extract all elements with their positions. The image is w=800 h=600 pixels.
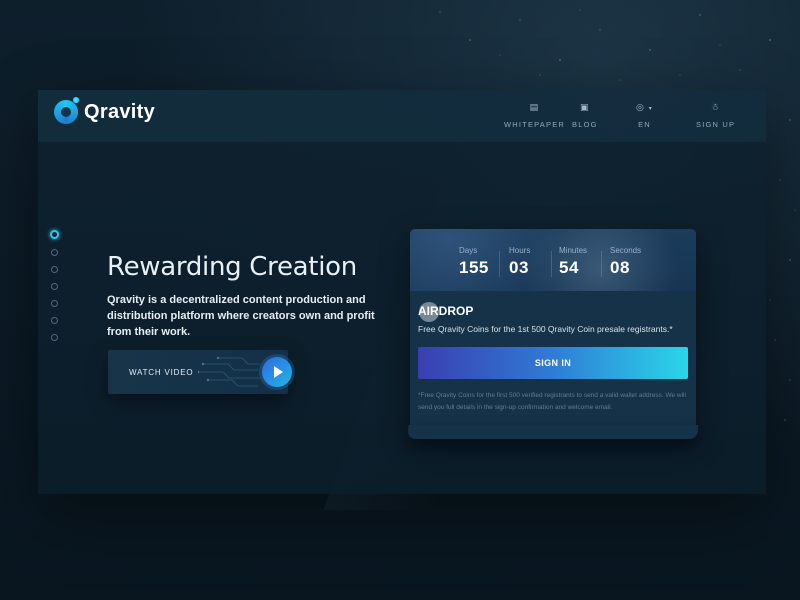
pager-dot[interactable] (51, 317, 58, 324)
countdown-seconds: Seconds 08 (610, 246, 641, 278)
seconds-value: 08 (610, 258, 630, 277)
pager-dot[interactable] (51, 334, 58, 341)
days-label: Days (459, 246, 478, 255)
nav-item-whitepaper[interactable]: ▤ WHITEPAPER (504, 102, 565, 129)
minutes-value: 54 (559, 258, 579, 277)
pager-dot[interactable] (51, 300, 58, 307)
logo-mark-icon (54, 97, 79, 124)
nav-item-signup[interactable]: ☃ SIGN UP (696, 102, 735, 129)
airdrop-description: Free Qravity Coins for the 1st 500 Qravi… (418, 324, 673, 334)
nav-label-whitepaper: WHITEPAPER (504, 120, 566, 129)
newspaper-icon: ▣ (579, 102, 590, 112)
days-value: 155 (459, 258, 489, 277)
hero-title: Rewarding Creation (107, 252, 357, 282)
airdrop-footnote: *Free Qravity Coins for the first 500 ve… (418, 392, 686, 411)
pager-dot[interactable] (51, 266, 58, 273)
divider (551, 251, 552, 277)
airdrop-card: Days 155 Hours 03 Minutes 54 Seconds 08 … (410, 229, 696, 431)
globe-icon: ◎ ▾ (636, 102, 653, 112)
document-icon: ▤ (529, 102, 540, 112)
hours-value: 03 (509, 258, 529, 277)
countdown-panel (410, 229, 696, 291)
pager-dot-active[interactable] (50, 230, 59, 239)
minutes-label: Minutes (559, 246, 588, 255)
watch-video-label: WATCH VIDEO (129, 367, 194, 377)
airdrop-title: AIRDROP (418, 304, 474, 318)
hours-label: Hours (509, 246, 531, 255)
brand-name: Qravity (84, 100, 156, 123)
nav-label-language: EN (638, 120, 651, 129)
divider (601, 251, 602, 277)
divider (499, 251, 500, 277)
pager-dot[interactable] (51, 249, 58, 256)
seconds-label: Seconds (610, 246, 642, 255)
user-add-icon: ☃ (710, 102, 721, 112)
countdown-days: Days 155 (459, 246, 489, 278)
countdown-hours: Hours 03 (509, 246, 530, 278)
chevron-down-icon: ▾ (648, 106, 653, 112)
brand-logo[interactable]: Qravity (54, 97, 156, 124)
hero-description: Qravity is a decentralized content produ… (107, 294, 375, 338)
nav-label-blog: BLOG (572, 120, 598, 129)
nav-item-language[interactable]: ◎ ▾ EN (636, 102, 653, 129)
card-base-shadow (407, 425, 699, 439)
countdown-minutes: Minutes 54 (559, 246, 587, 278)
sign-in-button[interactable]: SIGN IN (418, 347, 688, 379)
pager-dot[interactable] (51, 283, 58, 290)
nav-item-blog[interactable]: ▣ BLOG (572, 102, 598, 129)
play-icon[interactable] (262, 357, 292, 387)
watch-video-button[interactable]: WATCH VIDEO (108, 350, 292, 394)
nav-label-signup: SIGN UP (696, 120, 736, 129)
slide-pager (50, 230, 59, 351)
